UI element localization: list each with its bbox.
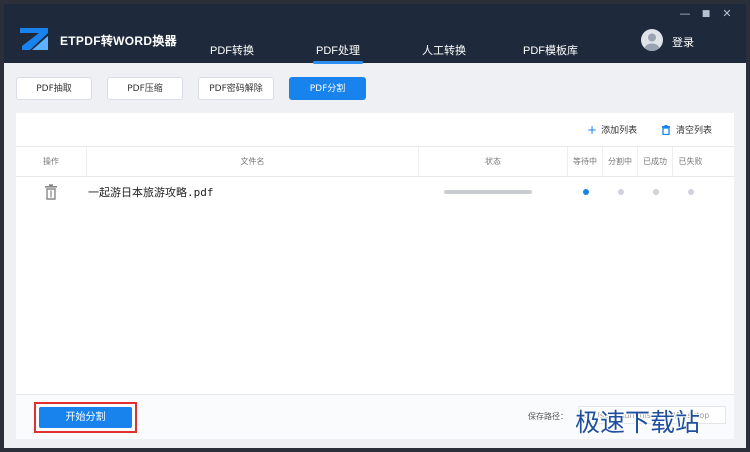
app-window: ETPDF转WORD换器 PDF转换 PDF处理 人工转换 PDF模板库 — ■… bbox=[4, 4, 746, 448]
tab-pdf-templates[interactable]: PDF模板库 bbox=[523, 42, 578, 58]
column-header-waiting: 等待中 bbox=[568, 147, 603, 176]
add-list-label: 添加列表 bbox=[601, 126, 638, 136]
start-button-highlight: 开始分割 bbox=[34, 402, 137, 433]
maximize-button[interactable]: ■ bbox=[698, 7, 714, 21]
tab-pdf-convert[interactable]: PDF转换 bbox=[210, 42, 254, 58]
column-header-action: 操作 bbox=[16, 147, 87, 176]
column-header-filename: 文件名 bbox=[87, 147, 419, 176]
status-dot-success bbox=[653, 189, 659, 195]
column-header-status: 状态 bbox=[419, 147, 568, 176]
title-bar: ETPDF转WORD换器 PDF转换 PDF处理 人工转换 PDF模板库 — ■… bbox=[4, 4, 746, 64]
app-title: ETPDF转WORD换器 bbox=[60, 34, 177, 48]
start-split-button[interactable]: 开始分割 bbox=[39, 407, 132, 428]
avatar[interactable] bbox=[641, 29, 663, 51]
watermark-text: 极速下载站 bbox=[575, 408, 701, 437]
add-list-button[interactable]: + 添加列表 bbox=[587, 122, 638, 137]
clear-list-button[interactable]: 清空列表 bbox=[661, 123, 712, 136]
status-progress-bar bbox=[444, 190, 532, 194]
minimize-button[interactable]: — bbox=[677, 7, 693, 21]
file-panel: + 添加列表 清空列表 操作 文件名 状态 等待中 分割中 已成功 已失败 一起… bbox=[16, 113, 734, 439]
column-header-failed: 已失败 bbox=[678, 157, 703, 166]
table-header: 操作 文件名 状态 等待中 分割中 已成功 已失败 bbox=[16, 146, 734, 177]
save-path-label: 保存路径： bbox=[528, 412, 568, 421]
plus-icon: + bbox=[587, 122, 598, 137]
user-icon bbox=[644, 33, 660, 51]
status-dot-failed bbox=[688, 189, 694, 195]
clear-list-label: 清空列表 bbox=[676, 126, 713, 136]
pdf-split-button[interactable]: PDF分割 bbox=[289, 77, 366, 100]
pdf-unlock-button[interactable]: PDF密码解除 bbox=[198, 77, 274, 100]
close-button[interactable]: ✕ bbox=[719, 7, 735, 21]
trash-icon bbox=[662, 124, 670, 135]
delete-trash-icon[interactable] bbox=[44, 184, 58, 200]
tab-pdf-process[interactable]: PDF处理 bbox=[313, 42, 363, 64]
table-row: 一起游日本旅游攻略.pdf bbox=[16, 177, 734, 207]
tab-manual-convert[interactable]: 人工转换 bbox=[422, 42, 466, 58]
status-dot-splitting bbox=[618, 189, 624, 195]
status-dot-waiting bbox=[583, 189, 589, 195]
pdf-extract-button[interactable]: PDF抽取 bbox=[16, 77, 92, 100]
column-header-success: 已成功 bbox=[638, 147, 673, 176]
file-name: 一起游日本旅游攻略.pdf bbox=[88, 186, 214, 199]
login-link[interactable]: 登录 bbox=[672, 34, 694, 50]
pdf-compress-button[interactable]: PDF压缩 bbox=[107, 77, 183, 100]
app-logo-icon bbox=[20, 28, 48, 50]
column-header-splitting: 分割中 bbox=[603, 147, 638, 176]
